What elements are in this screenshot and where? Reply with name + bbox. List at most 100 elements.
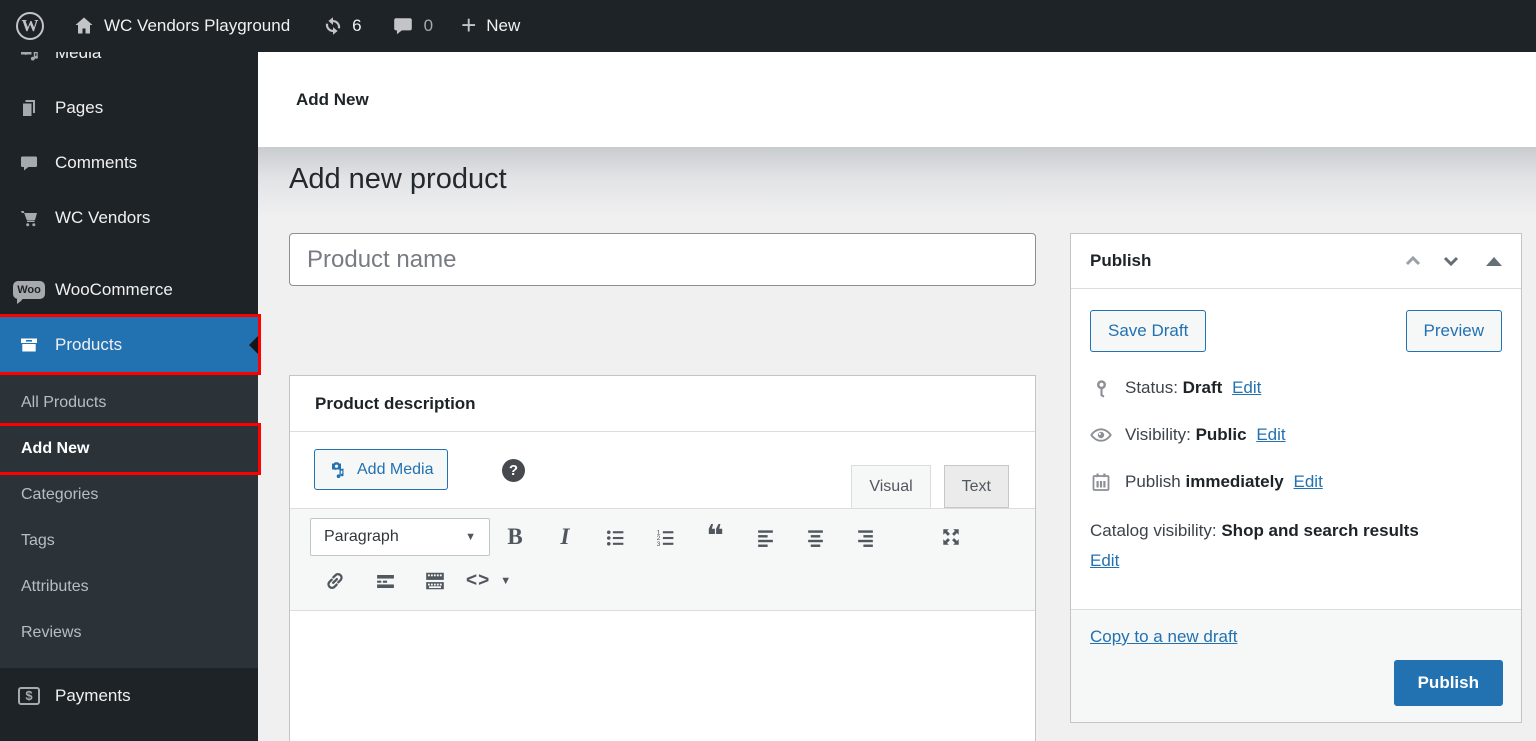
align-right-button[interactable] xyxy=(840,518,890,556)
keyboard-icon xyxy=(426,572,444,590)
move-up-icon[interactable] xyxy=(1403,251,1423,271)
visibility-value: Public xyxy=(1195,425,1247,444)
publish-button[interactable]: Publish xyxy=(1393,660,1503,706)
copy-to-new-draft-link[interactable]: Copy to a new draft xyxy=(1090,627,1237,646)
products-archive-icon xyxy=(18,335,40,355)
tab-label: Text xyxy=(961,477,991,495)
dropdown-caret-icon: ▼ xyxy=(500,575,513,587)
calendar-icon xyxy=(1090,472,1112,492)
site-name-link[interactable]: WC Vendors Playground xyxy=(74,16,290,36)
quote-icon: ❝ xyxy=(706,519,724,554)
publish-title: Publish xyxy=(1090,251,1152,270)
fullscreen-icon xyxy=(943,529,959,545)
submenu-label: Attributes xyxy=(21,578,89,595)
italic-button[interactable]: I xyxy=(540,518,590,556)
shortcode-dropdown-button[interactable]: <> ▼ xyxy=(460,562,518,600)
woocommerce-icon: Woo xyxy=(13,280,45,304)
question-glyph: ? xyxy=(508,462,519,479)
bullet-list-button[interactable] xyxy=(590,518,640,556)
sidebar-item-wc-vendors[interactable]: WC Vendors xyxy=(0,190,258,245)
submenu-item-add-new[interactable]: Add New xyxy=(0,423,261,475)
pages-icon xyxy=(18,98,40,118)
toolbar-toggle-button[interactable] xyxy=(410,562,460,600)
submenu-item-reviews[interactable]: Reviews xyxy=(0,610,258,656)
paragraph-label: Paragraph xyxy=(324,528,399,545)
sidebar-item-comments[interactable]: Comments xyxy=(0,135,258,190)
submenu-label: Reviews xyxy=(21,624,82,641)
read-more-icon xyxy=(376,574,394,588)
status-row: Status: Draft Edit xyxy=(1090,378,1502,398)
sidebar-item-products[interactable]: Products xyxy=(0,314,261,375)
new-content-link[interactable]: + New xyxy=(461,9,521,40)
tab-text[interactable]: Text xyxy=(943,465,1009,508)
numbered-list-button[interactable]: 123 xyxy=(640,518,690,556)
paragraph-format-dropdown[interactable]: Paragraph ▼ xyxy=(310,518,490,556)
submenu-label: All Products xyxy=(21,394,107,411)
payments-icon: $ xyxy=(18,686,40,705)
link-icon xyxy=(327,573,343,589)
collapse-panel-icon[interactable] xyxy=(1486,256,1502,266)
admin-sidebar: Media Pages Comments WC Vendors Woo WooC… xyxy=(0,0,261,741)
help-icon[interactable]: ? xyxy=(502,459,525,482)
publish-panel: Publish Save Draft Preview Status: Draft… xyxy=(1070,233,1522,723)
updates-link[interactable]: 6 xyxy=(322,15,362,37)
move-down-icon[interactable] xyxy=(1441,251,1461,271)
post-status-pin-icon xyxy=(1090,379,1112,398)
add-media-button[interactable]: Add Media xyxy=(314,449,448,490)
fullscreen-button[interactable] xyxy=(926,518,976,556)
breadcrumb: Add New xyxy=(296,89,369,109)
bold-button[interactable]: B xyxy=(490,518,540,556)
sidebar-item-payments[interactable]: $ Payments xyxy=(0,668,258,723)
edit-schedule-link[interactable]: Edit xyxy=(1294,472,1323,491)
blockquote-button[interactable]: ❝ xyxy=(690,518,740,556)
page-title: Add new product xyxy=(289,163,507,195)
editor-content-area[interactable] xyxy=(290,611,1035,741)
wordpress-logo-icon[interactable]: W xyxy=(16,12,44,40)
preview-button[interactable]: Preview xyxy=(1405,310,1502,352)
status-label: Status: xyxy=(1125,378,1178,397)
add-media-label: Add Media xyxy=(357,460,434,478)
cart-icon xyxy=(18,208,40,228)
insert-link-button[interactable] xyxy=(310,562,360,600)
submenu-item-tags[interactable]: Tags xyxy=(0,518,258,564)
plus-icon: + xyxy=(461,9,477,40)
bold-glyph: B xyxy=(507,524,523,549)
toolbar-row-2: <> ▼ xyxy=(310,559,1025,603)
catalog-visibility-row: Catalog visibility: Shop and search resu… xyxy=(1090,516,1502,576)
minor-publishing-actions: Save Draft Preview xyxy=(1090,310,1502,352)
visibility-eye-icon xyxy=(1090,424,1112,446)
sidebar-item-pages[interactable]: Pages xyxy=(0,80,258,135)
status-text: Status: Draft Edit xyxy=(1125,378,1261,398)
dropdown-caret-icon: ▼ xyxy=(465,531,476,543)
align-left-button[interactable] xyxy=(740,518,790,556)
sidebar-item-label: Products xyxy=(55,334,123,354)
product-description-panel: Product description Add Media ? Visual T… xyxy=(289,375,1036,741)
submenu-item-all-products[interactable]: All Products xyxy=(0,380,258,426)
tab-visual[interactable]: Visual xyxy=(851,465,931,508)
align-center-icon xyxy=(807,529,823,547)
new-label: New xyxy=(486,16,521,35)
site-name-label: WC Vendors Playground xyxy=(104,16,291,35)
align-center-button[interactable] xyxy=(790,518,840,556)
schedule-value: immediately xyxy=(1185,472,1284,491)
updates-count: 6 xyxy=(352,16,362,35)
align-left-icon xyxy=(757,529,773,547)
edit-visibility-link[interactable]: Edit xyxy=(1256,425,1285,444)
sidebar-item-woocommerce[interactable]: Woo WooCommerce xyxy=(0,262,258,317)
catalog-label: Catalog visibility: xyxy=(1090,521,1217,540)
edit-catalog-link[interactable]: Edit xyxy=(1090,551,1119,570)
sidebar-item-label: WooCommerce xyxy=(55,279,173,299)
read-more-button[interactable] xyxy=(360,562,410,600)
submenu-item-attributes[interactable]: Attributes xyxy=(0,564,258,610)
panel-title: Product description xyxy=(290,376,1035,432)
updates-icon xyxy=(322,15,344,37)
submenu-item-categories[interactable]: Categories xyxy=(0,472,258,518)
edit-status-link[interactable]: Edit xyxy=(1232,378,1261,397)
save-draft-button[interactable]: Save Draft xyxy=(1090,310,1207,352)
publish-panel-header[interactable]: Publish xyxy=(1071,234,1521,289)
editor-mode-tabs: Visual Text xyxy=(851,465,1009,508)
catalog-value: Shop and search results xyxy=(1221,521,1419,540)
product-name-input[interactable] xyxy=(289,233,1036,286)
comments-link[interactable]: 0 xyxy=(392,15,433,37)
visibility-text: Visibility: Public Edit xyxy=(1125,425,1286,445)
